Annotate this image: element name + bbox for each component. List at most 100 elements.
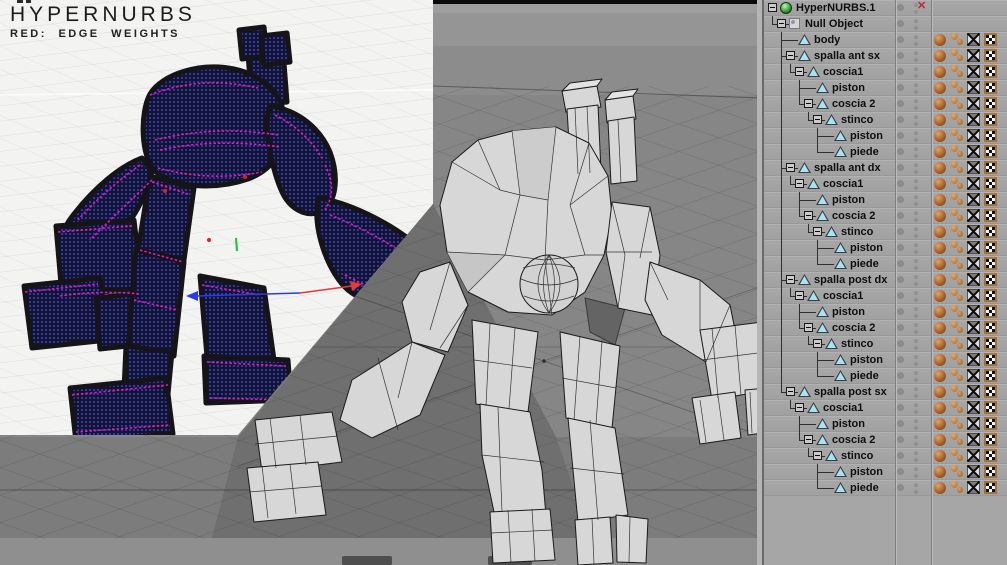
- editor-visibility-dot[interactable]: [914, 387, 918, 391]
- projection-x-tag[interactable]: [966, 64, 981, 79]
- tree-row-body[interactable]: body: [764, 32, 1007, 48]
- phong-tag[interactable]: [934, 466, 946, 478]
- render-visibility-dot[interactable]: [914, 281, 918, 286]
- render-visibility-dot[interactable]: [914, 473, 918, 478]
- tree-row-piede[interactable]: piede: [764, 368, 1007, 384]
- render-visibility-dot[interactable]: [914, 377, 918, 382]
- object-label[interactable]: spalla post sx: [814, 386, 887, 398]
- object-label[interactable]: coscia1: [823, 66, 863, 78]
- polygon-object-icon[interactable]: [816, 322, 829, 333]
- object-label[interactable]: stinco: [841, 338, 873, 350]
- projection-x-tag[interactable]: [966, 256, 981, 271]
- layer-dot[interactable]: [897, 436, 904, 443]
- object-label[interactable]: piede: [850, 146, 879, 158]
- layer-dot[interactable]: [897, 340, 904, 347]
- tree-row-spalla-post-dx[interactable]: spalla post dx: [764, 272, 1007, 288]
- editor-visibility-dot[interactable]: [914, 67, 918, 71]
- checker-texture-tag[interactable]: [984, 49, 997, 62]
- smoothing-spheres-tag[interactable]: [951, 273, 964, 286]
- expand-collapse-box[interactable]: [786, 51, 795, 60]
- polygon-object-icon[interactable]: [807, 402, 820, 413]
- render-visibility-dot[interactable]: [914, 201, 918, 206]
- editor-visibility-dot[interactable]: [914, 483, 918, 487]
- object-label[interactable]: coscia1: [823, 178, 863, 190]
- object-label[interactable]: stinco: [841, 226, 873, 238]
- phong-tag[interactable]: [934, 482, 946, 494]
- layer-dot[interactable]: [897, 68, 904, 75]
- smoothing-spheres-tag[interactable]: [951, 385, 964, 398]
- smoothing-spheres-tag[interactable]: [951, 465, 964, 478]
- smoothing-spheres-tag[interactable]: [951, 145, 964, 158]
- projection-x-tag[interactable]: [966, 448, 981, 463]
- phong-tag[interactable]: [934, 258, 946, 270]
- object-label[interactable]: coscia1: [823, 290, 863, 302]
- expand-collapse-box[interactable]: [804, 435, 813, 444]
- polygon-object-icon[interactable]: [825, 226, 838, 237]
- tree-row-coscia1[interactable]: coscia1: [764, 176, 1007, 192]
- phong-tag[interactable]: [934, 322, 946, 334]
- phong-tag[interactable]: [934, 418, 946, 430]
- phong-tag[interactable]: [934, 146, 946, 158]
- layer-dot[interactable]: [897, 20, 904, 27]
- smoothing-spheres-tag[interactable]: [951, 193, 964, 206]
- expand-collapse-box[interactable]: [813, 339, 822, 348]
- checker-texture-tag[interactable]: [984, 481, 997, 494]
- smoothing-spheres-tag[interactable]: [951, 33, 964, 46]
- polygon-object-icon[interactable]: [834, 130, 847, 141]
- polygon-object-icon[interactable]: [807, 290, 820, 301]
- checker-texture-tag[interactable]: [984, 385, 997, 398]
- projection-x-tag[interactable]: [966, 128, 981, 143]
- editor-visibility-dot[interactable]: [914, 467, 918, 471]
- expand-collapse-box[interactable]: [786, 387, 795, 396]
- checker-texture-tag[interactable]: [984, 65, 997, 78]
- phong-tag[interactable]: [934, 98, 946, 110]
- projection-x-tag[interactable]: [966, 352, 981, 367]
- tree-row-piston[interactable]: piston: [764, 352, 1007, 368]
- projection-x-tag[interactable]: [966, 112, 981, 127]
- layer-dot[interactable]: [897, 212, 904, 219]
- polygon-object-icon[interactable]: [798, 274, 811, 285]
- object-label[interactable]: spalla ant sx: [814, 50, 880, 62]
- tree-row-coscia-2[interactable]: coscia 2: [764, 432, 1007, 448]
- smoothing-spheres-tag[interactable]: [951, 321, 964, 334]
- phong-tag[interactable]: [934, 114, 946, 126]
- editor-visibility-dot[interactable]: [914, 227, 918, 231]
- phong-tag[interactable]: [934, 210, 946, 222]
- viewport-3d[interactable]: HYPERNURBS RED: EDGE WEIGHTS: [0, 0, 771, 565]
- projection-x-tag[interactable]: [966, 432, 981, 447]
- phong-tag[interactable]: [934, 450, 946, 462]
- smoothing-spheres-tag[interactable]: [951, 369, 964, 382]
- editor-visibility-dot[interactable]: [914, 99, 918, 103]
- polygon-object-icon[interactable]: [807, 178, 820, 189]
- polygon-object-icon[interactable]: [834, 482, 847, 493]
- projection-x-tag[interactable]: [966, 272, 981, 287]
- render-visibility-dot[interactable]: [914, 265, 918, 270]
- phong-tag[interactable]: [934, 402, 946, 414]
- smoothing-spheres-tag[interactable]: [951, 225, 964, 238]
- layer-dot[interactable]: [897, 228, 904, 235]
- render-visibility-dot[interactable]: [914, 121, 918, 126]
- smoothing-spheres-tag[interactable]: [951, 305, 964, 318]
- tree-row-coscia1[interactable]: coscia1: [764, 400, 1007, 416]
- editor-visibility-dot[interactable]: [914, 83, 918, 87]
- editor-visibility-dot[interactable]: [914, 355, 918, 359]
- object-label[interactable]: Null Object: [805, 18, 863, 30]
- object-label[interactable]: piston: [832, 82, 865, 94]
- object-label[interactable]: piede: [850, 370, 879, 382]
- tree-row-stinco[interactable]: stinco: [764, 224, 1007, 240]
- tree-row-coscia-2[interactable]: coscia 2: [764, 208, 1007, 224]
- smoothing-spheres-tag[interactable]: [951, 177, 964, 190]
- tree-row-spalla-ant-sx[interactable]: spalla ant sx: [764, 48, 1007, 64]
- layer-dot[interactable]: [897, 196, 904, 203]
- tree-row-piston[interactable]: piston: [764, 128, 1007, 144]
- checker-texture-tag[interactable]: [984, 129, 997, 142]
- tree-row-piston[interactable]: piston: [764, 80, 1007, 96]
- expand-collapse-box[interactable]: [813, 227, 822, 236]
- object-label[interactable]: body: [814, 34, 840, 46]
- render-visibility-dot[interactable]: [914, 57, 918, 62]
- projection-x-tag[interactable]: [966, 368, 981, 383]
- object-label[interactable]: coscia 2: [832, 98, 875, 110]
- tree-row-coscia-2[interactable]: coscia 2: [764, 320, 1007, 336]
- polygon-object-icon[interactable]: [834, 370, 847, 381]
- object-label[interactable]: HyperNURBS.1: [796, 2, 875, 14]
